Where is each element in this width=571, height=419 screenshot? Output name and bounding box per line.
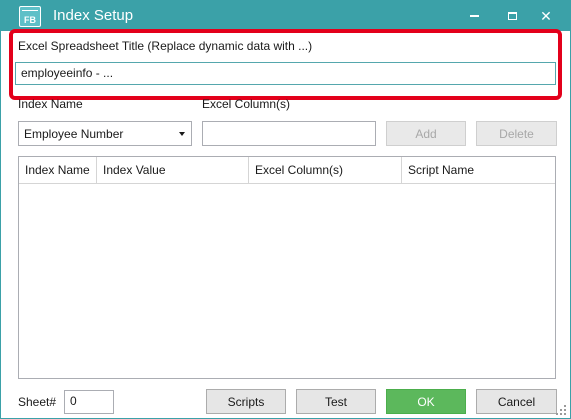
chevron-down-icon [179,132,185,136]
close-icon: ✕ [540,7,552,24]
grid-header: Index Name Index Value Excel Column(s) S… [19,157,555,184]
minimize-button[interactable] [457,1,491,31]
resize-grip-icon[interactable] [556,405,566,415]
ok-button-label: OK [417,394,435,409]
delete-button[interactable]: Delete [476,121,557,146]
app-logo-text: FB [24,15,36,25]
highlight-annotation [9,29,562,100]
scripts-button[interactable]: Scripts [206,389,286,414]
scripts-button-label: Scripts [227,394,265,409]
index-name-selected: Employee Number [24,127,124,141]
index-name-dropdown[interactable]: Employee Number [18,121,192,146]
index-setup-window: FB Index Setup ✕ Excel Spreadsheet Title… [0,0,571,419]
column-header-script-name[interactable]: Script Name [402,157,555,183]
add-button[interactable]: Add [386,121,466,146]
minimize-icon [469,15,479,17]
column-header-excel-columns[interactable]: Excel Column(s) [249,157,402,183]
maximize-icon [507,12,517,20]
index-grid[interactable]: Index Name Index Value Excel Column(s) S… [18,156,556,379]
add-button-label: Add [415,126,437,141]
title-bar[interactable]: FB Index Setup ✕ [1,1,570,31]
excel-columns-label: Excel Column(s) [202,97,291,111]
index-name-label: Index Name [18,97,83,111]
cancel-button-label: Cancel [497,394,536,409]
sheet-number-value: 0 [70,394,77,408]
column-header-index-name[interactable]: Index Name [19,157,97,183]
delete-button-label: Delete [499,126,534,141]
app-logo-icon: FB [19,6,41,27]
sheet-number-input[interactable]: 0 [64,390,114,414]
close-button[interactable]: ✕ [529,1,563,31]
cancel-button[interactable]: Cancel [476,389,557,414]
maximize-button[interactable] [495,1,529,31]
excel-columns-input[interactable] [202,121,376,146]
sheet-number-label: Sheet# [18,395,57,409]
window-title: Index Setup [53,7,134,24]
test-button[interactable]: Test [296,389,376,414]
column-header-index-value[interactable]: Index Value [97,157,249,183]
test-button-label: Test [324,394,347,409]
ok-button[interactable]: OK [386,389,466,414]
